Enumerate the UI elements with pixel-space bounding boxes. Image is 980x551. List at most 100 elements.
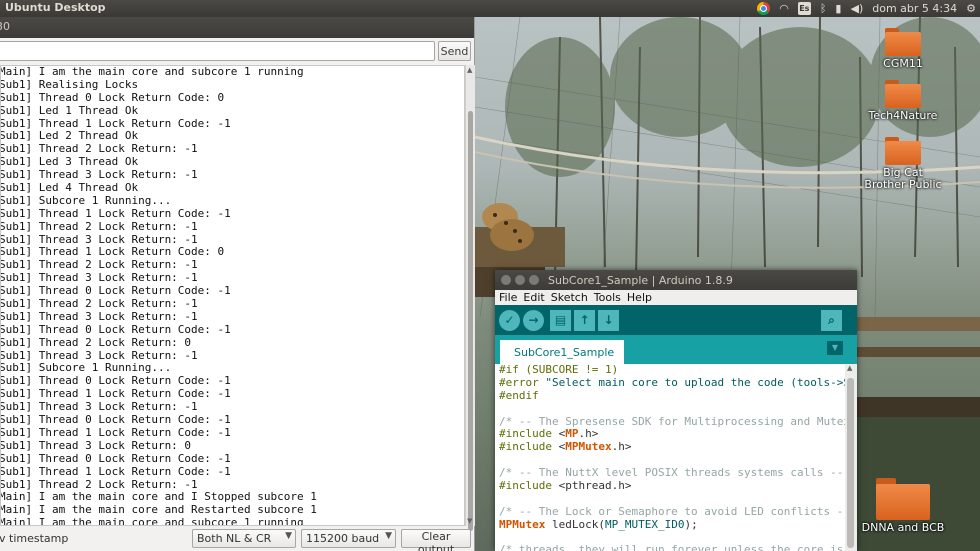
arduino-ide-window: SubCore1_Sample | Arduino 1.8.9 File Edi… — [495, 270, 857, 551]
serial-output[interactable]: Main] I am the main core and subcore 1 r… — [0, 65, 465, 526]
verify-icon[interactable]: ✓ — [499, 310, 520, 331]
clock[interactable]: dom abr 5 4:34 — [872, 2, 957, 15]
serial-output-line: Sub1] Led 4 Thread Ok — [0, 181, 139, 195]
menu-file[interactable]: File — [499, 290, 517, 305]
desktop-folder-dnna-bcb[interactable]: DNNA and BCB — [861, 478, 945, 534]
serial-output-line: Sub1] Thread 3 Lock Return: 0 — [0, 438, 192, 452]
arduino-ide-titlebar[interactable]: SubCore1_Sample | Arduino 1.8.9 — [495, 270, 857, 290]
menu-tools[interactable]: Tools — [594, 290, 621, 305]
top-panel: Ubuntu Desktop ◠ Es ᛒ ▮ ◀) dom abr 5 4:3… — [0, 0, 980, 17]
serial-output-line: Sub1] Thread 1 Lock Return Code: -1 — [0, 425, 231, 439]
upload-arrow-icon[interactable]: → — [523, 310, 544, 331]
code-token: /* -- The NuttX level POSIX threads syst… — [499, 466, 845, 480]
panel-title: Ubuntu Desktop — [5, 1, 106, 14]
code-editor-scrollbar[interactable]: ▲ — [845, 364, 857, 551]
send-button[interactable]: Send — [438, 41, 471, 61]
serial-output-line: Main] I am the main core and subcore 1 r… — [0, 65, 304, 78]
desktop-folder-big-cat-brother[interactable]: Big Cat Brother Public — [861, 137, 945, 191]
serial-output-line: Main] I am the main core and subcore 1 r… — [0, 516, 304, 526]
magnifier-icon[interactable]: ⌕ — [821, 310, 842, 331]
serial-monitor-title: 30 — [0, 20, 10, 33]
serial-output-scrollbar[interactable]: ▲ ▼ — [465, 65, 475, 531]
menu-help[interactable]: Help — [627, 290, 652, 305]
code-line: MPMutex ledLock(MP_MUTEX_ID0); — [499, 517, 845, 532]
folder-icon — [885, 28, 921, 56]
sketch-tab[interactable]: SubCore1_Sample — [500, 340, 624, 364]
code-token: /* threads, they will run forever unless… — [499, 543, 844, 551]
serial-output-line: Sub1] Thread 2 Lock Return: -1 — [0, 297, 198, 311]
arduino-menubar: File Edit Sketch Tools Help — [495, 290, 857, 305]
menu-edit[interactable]: Edit — [523, 290, 544, 305]
serial-output-line: Sub1] Thread 0 Lock Return Code: -1 — [0, 322, 231, 336]
wifi-icon[interactable]: ◠ — [779, 2, 789, 15]
code-line: #include <pthread.h> — [499, 479, 845, 493]
serial-output-line: Sub1] Thread 1 Lock Return Code: -1 — [0, 464, 231, 478]
scroll-down-icon[interactable]: ▼ — [467, 517, 472, 525]
serial-output-lines: Main] I am the main core and subcore 1 r… — [0, 65, 317, 526]
save-arrow-down-icon[interactable]: ↓ — [598, 310, 619, 331]
bluetooth-icon[interactable]: ᛒ — [820, 2, 827, 15]
serial-output-line: Sub1] Led 1 Thread Ok — [0, 103, 139, 117]
code-token: #include — [499, 479, 559, 493]
serial-output-line: Sub1] Thread 2 Lock Return: -1 — [0, 219, 198, 233]
serial-input-row: Send — [0, 41, 475, 63]
scrollbar-thumb[interactable] — [847, 378, 854, 548]
line-ending-select[interactable]: Both NL & CR ▼ — [192, 529, 296, 548]
folder-icon — [885, 80, 921, 108]
code-token: .h> — [578, 427, 599, 441]
code-token: #include — [499, 440, 559, 454]
code-line: #error "Select main core to upload the c… — [499, 375, 845, 390]
new-file-icon[interactable]: ▤ — [550, 310, 571, 331]
chrome-icon[interactable] — [757, 2, 771, 15]
code-token: "Select main core to upload the code (to… — [545, 375, 845, 389]
menu-sketch[interactable]: Sketch — [551, 290, 588, 305]
arduino-toolbar: ✓ → ▤ ↑ ↓ ⌕ — [495, 305, 857, 335]
code-token: /* -- The Lock or Semaphore to avoid LED… — [499, 504, 845, 518]
serial-monitor-titlebar[interactable]: 30 — [0, 17, 474, 38]
arduino-ide-title: SubCore1_Sample | Arduino 1.8.9 — [548, 274, 733, 287]
code-token: #error — [499, 375, 546, 389]
serial-input[interactable] — [0, 41, 435, 61]
clear-output-button[interactable]: Clear output — [401, 529, 471, 551]
keyboard-layout-icon[interactable]: Es — [797, 2, 811, 15]
code-token: ledLock( — [545, 517, 605, 531]
serial-output-line: Sub1] Thread 2 Lock Return: 0 — [0, 335, 192, 349]
battery-icon[interactable]: ▮ — [835, 2, 841, 15]
open-arrow-up-icon[interactable]: ↑ — [574, 310, 595, 331]
line-ending-value: Both NL & CR — [197, 532, 272, 545]
serial-output-line: Sub1] Thread 1 Lock Return Code: -1 — [0, 206, 231, 220]
code-line: #endif — [499, 388, 845, 403]
close-window-icon[interactable] — [501, 275, 511, 285]
chevron-down-icon: ▼ — [285, 531, 292, 541]
sketch-tab-bar: SubCore1_Sample ▼ — [495, 335, 857, 364]
volume-icon[interactable]: ◀) — [850, 2, 863, 15]
code-token: .h> — [611, 440, 632, 454]
maximize-window-icon[interactable] — [529, 275, 539, 285]
baud-rate-value: 115200 baud — [306, 532, 380, 545]
minimize-window-icon[interactable] — [515, 275, 525, 285]
baud-rate-select[interactable]: 115200 baud ▼ — [301, 529, 396, 548]
scroll-up-icon[interactable]: ▲ — [467, 66, 472, 74]
code-token: #endif — [499, 388, 539, 402]
code-token: MP_MUTEX_ID0 — [604, 517, 685, 531]
code-line: #include <MPMutex.h> — [499, 440, 845, 454]
system-tray: ◠ Es ᛒ ▮ ◀) dom abr 5 4:34 ⚙ — [757, 0, 976, 17]
code-token: ); — [684, 517, 698, 531]
desktop-folder-tech4nature[interactable]: Tech4Nature — [861, 80, 945, 122]
show-timestamp-checkbox[interactable]: v timestamp — [0, 532, 68, 545]
code-editor[interactable]: #if (SUBCORE != 1) #error "Select main co… — [495, 364, 845, 551]
scrollbar-thumb[interactable] — [468, 111, 473, 531]
settings-gear-icon[interactable]: ⚙ — [966, 2, 976, 15]
code-token: /* -- The Spresense SDK for Multiprocess… — [499, 414, 845, 428]
tab-menu-chevron-down-icon[interactable]: ▼ — [827, 341, 843, 355]
serial-output-line: Sub1] Thread 3 Lock Return: -1 — [0, 309, 198, 323]
folder-icon — [885, 137, 921, 165]
desktop-folder-cgm11[interactable]: CGM11 — [861, 28, 945, 70]
scroll-up-icon[interactable]: ▲ — [847, 364, 852, 372]
desktop-icon-label: CGM11 — [883, 57, 923, 70]
serial-output-line: Sub1] Thread 0 Lock Return Code: -1 — [0, 413, 231, 427]
code-token: MPMutex — [499, 517, 546, 531]
code-token: #if (SUBCORE != 1) — [499, 364, 619, 376]
desktop-icon-label: Big Cat Brother Public — [864, 166, 942, 191]
serial-output-line: Sub1] Subcore 1 Running... — [0, 193, 172, 207]
